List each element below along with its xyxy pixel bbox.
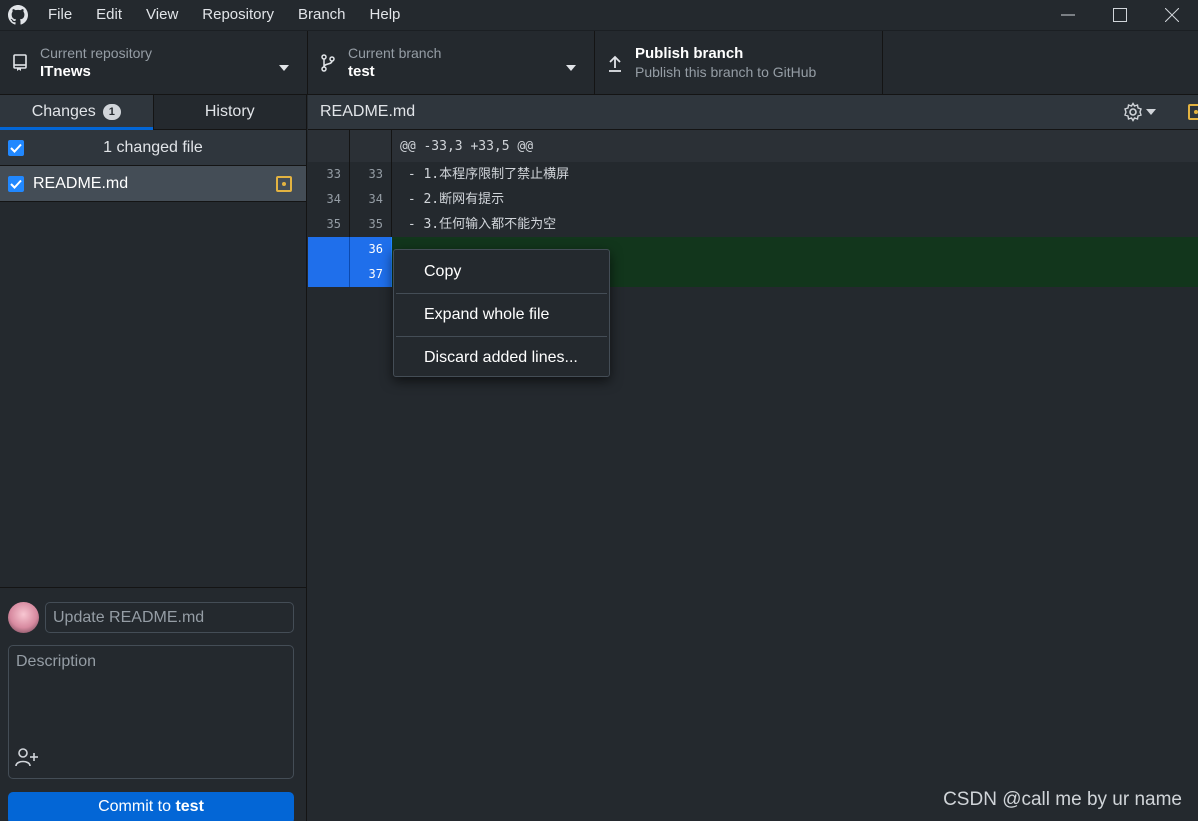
diff-file-name: README.md <box>320 103 416 120</box>
menu-bar: File Edit View Repository Branch Help <box>36 0 412 29</box>
branch-name: test <box>348 62 375 80</box>
add-coauthor-icon[interactable] <box>15 747 39 772</box>
new-line-number: 34 <box>350 187 392 212</box>
close-icon <box>1165 7 1179 22</box>
old-line-number: 35 <box>308 212 350 237</box>
branch-label: Current branch <box>348 44 442 61</box>
caret-down-icon <box>279 58 289 74</box>
github-logo-icon <box>0 0 36 29</box>
caret-down-icon <box>1146 109 1156 115</box>
file-modified-icon <box>276 176 292 192</box>
repo-icon <box>0 53 40 72</box>
menu-item-copy[interactable]: Copy <box>394 254 609 290</box>
hunk-header: @@ -33,3 +33,5 @@ <box>400 138 534 154</box>
watermark: CSDN @call me by ur name <box>943 789 1182 810</box>
hunk-header-row: @@ -33,3 +33,5 @@ <box>308 130 1198 162</box>
new-line-number: 37 <box>350 262 392 287</box>
file-name: README.md <box>33 174 129 192</box>
repo-name: ITnews <box>40 62 91 80</box>
upload-icon <box>595 54 635 72</box>
minimize-button[interactable] <box>1042 0 1094 29</box>
maximize-icon <box>1113 7 1127 22</box>
sidebar: Changes 1 History 1 changed file README.… <box>0 95 307 821</box>
commit-panel: Update README.md Description Commit to t… <box>0 587 307 821</box>
file-modified-icon <box>1188 104 1198 120</box>
toolbar: Current repository ITnews Current branch… <box>0 30 1198 95</box>
current-branch-button[interactable]: Current branch test <box>308 31 595 94</box>
menu-item-expand-whole-file[interactable]: Expand whole file <box>394 297 609 333</box>
changes-count-badge: 1 <box>102 104 121 120</box>
diff-line[interactable]: 35 35 - 3.任何输入都不能为空 <box>308 212 1198 237</box>
avatar <box>8 602 39 633</box>
menu-help[interactable]: Help <box>358 0 413 29</box>
select-all-checkbox[interactable] <box>8 139 24 156</box>
minimize-icon <box>1061 14 1075 15</box>
commit-button[interactable]: Commit to test <box>8 792 294 821</box>
commit-description-input[interactable]: Description <box>8 645 294 779</box>
close-button[interactable] <box>1146 0 1198 29</box>
gutter-old <box>308 130 350 162</box>
tab-changes-label: Changes <box>31 103 96 120</box>
window-controls <box>1042 0 1198 29</box>
repo-label: Current repository <box>40 44 153 61</box>
line-text: - 3.任何输入都不能为空 <box>400 217 557 232</box>
commit-summary-input[interactable]: Update README.md <box>45 602 294 633</box>
diff-panel: README.md @@ -33,3 +33,5 @@ 33 33 - 1.本程… <box>308 95 1198 821</box>
tab-changes[interactable]: Changes 1 <box>0 95 153 130</box>
sidebar-tabs: Changes 1 History <box>0 95 306 130</box>
checkmark-icon <box>10 179 22 189</box>
changed-files-header: 1 changed file <box>0 130 306 166</box>
menu-item-discard-added-lines[interactable]: Discard added lines... <box>394 340 609 376</box>
old-line-number <box>308 237 350 262</box>
old-line-number <box>308 262 350 287</box>
menu-view[interactable]: View <box>134 0 190 29</box>
maximize-button[interactable] <box>1094 0 1146 29</box>
diff-line[interactable]: 34 34 - 2.断网有提示 <box>308 187 1198 212</box>
changed-files-count: 1 changed file <box>103 138 203 156</box>
publish-branch-button[interactable]: Publish branch Publish this branch to Gi… <box>595 31 883 94</box>
new-line-number: 33 <box>350 162 392 187</box>
commit-button-branch: test <box>175 798 204 815</box>
publish-subtitle: Publish this branch to GitHub <box>635 64 817 80</box>
diff-header: README.md <box>308 95 1198 130</box>
menu-branch[interactable]: Branch <box>286 0 358 29</box>
line-text: - 1.本程序限制了禁止横屏 <box>400 167 570 182</box>
file-list-item[interactable]: README.md <box>0 166 306 202</box>
diff-line[interactable]: 33 33 - 1.本程序限制了禁止横屏 <box>308 162 1198 187</box>
context-menu: Copy Expand whole file Discard added lin… <box>393 249 610 377</box>
menu-edit[interactable]: Edit <box>84 0 134 29</box>
current-repository-button[interactable]: Current repository ITnews <box>0 31 308 94</box>
gutter-new <box>350 130 392 162</box>
new-line-number: 36 <box>350 237 392 262</box>
menu-separator <box>396 336 607 337</box>
old-line-number: 34 <box>308 187 350 212</box>
menu-repository[interactable]: Repository <box>190 0 286 29</box>
caret-down-icon <box>566 58 576 74</box>
gear-icon <box>1124 102 1142 122</box>
tab-history-label: History <box>204 103 255 120</box>
branch-icon <box>308 53 348 72</box>
description-placeholder: Description <box>16 653 97 670</box>
file-checkbox[interactable] <box>8 175 24 192</box>
publish-title: Publish branch <box>635 45 744 62</box>
new-line-number: 35 <box>350 212 392 237</box>
title-bar: File Edit View Repository Branch Help <box>0 0 1198 29</box>
tab-history[interactable]: History <box>152 95 307 129</box>
diff-settings-button[interactable] <box>1123 102 1156 122</box>
menu-separator <box>396 293 607 294</box>
line-text: - 2.断网有提示 <box>400 192 505 207</box>
old-line-number: 33 <box>308 162 350 187</box>
menu-file[interactable]: File <box>36 0 84 29</box>
checkmark-icon <box>10 143 22 153</box>
commit-button-prefix: Commit to <box>98 798 176 815</box>
